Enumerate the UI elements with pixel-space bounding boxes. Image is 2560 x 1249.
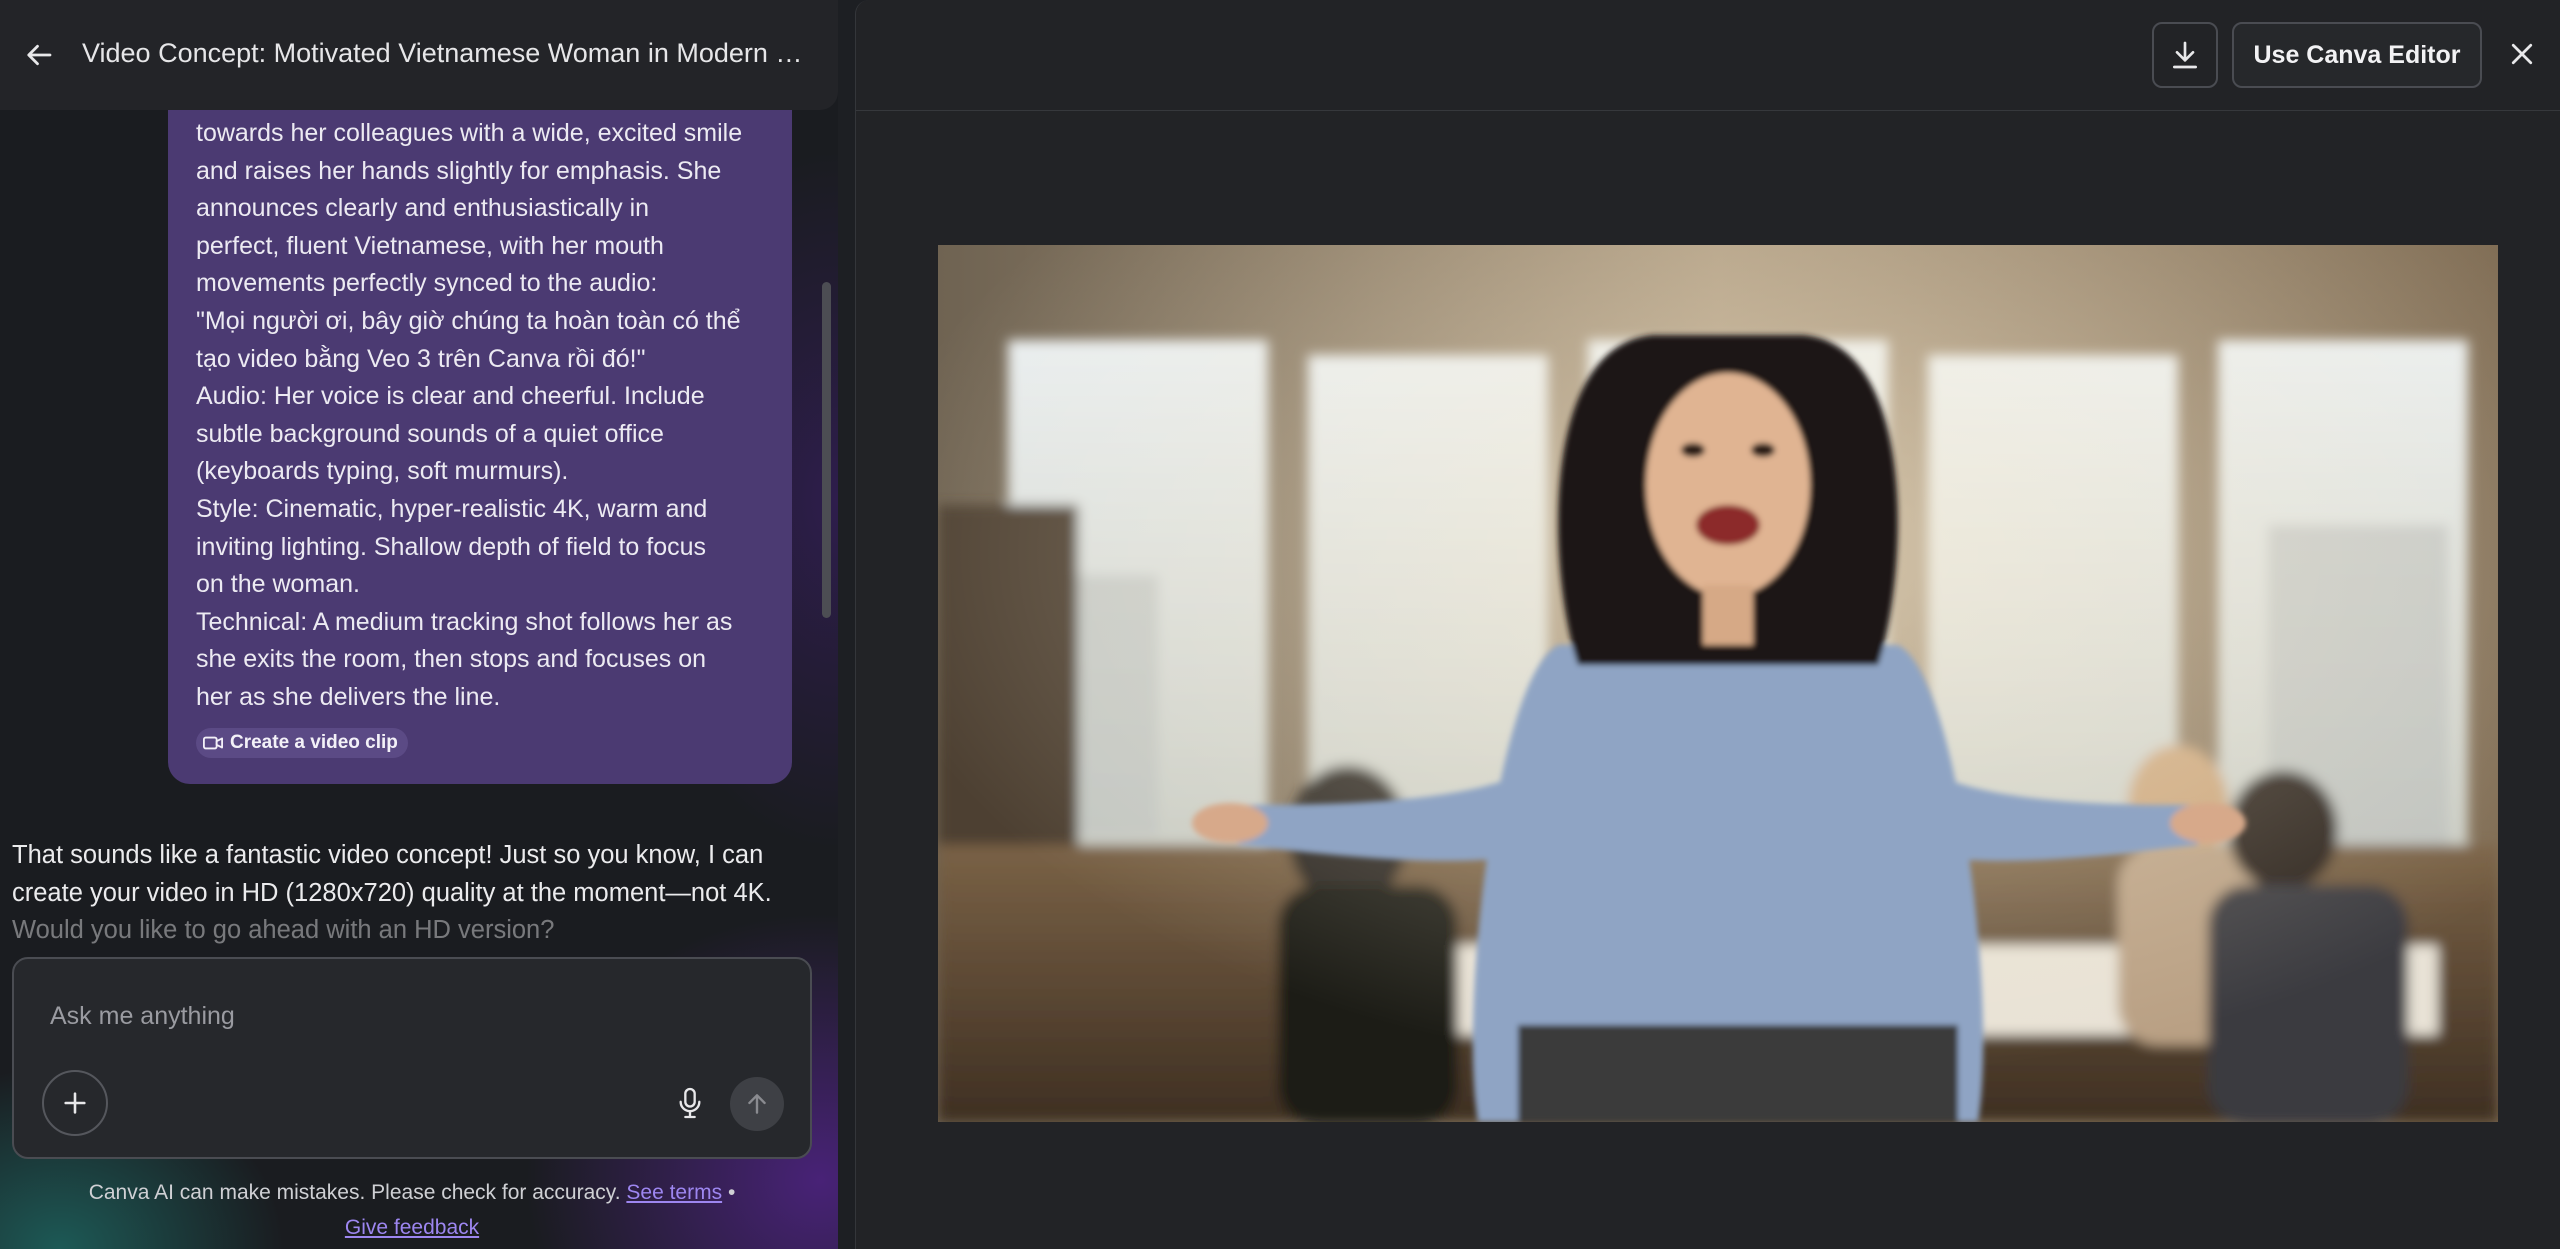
- chip-label: Create a video clip: [230, 732, 398, 753]
- assistant-line: create your video in HD (1280x720) quali…: [12, 878, 772, 907]
- close-icon: [2511, 43, 2533, 65]
- preview-panel: Use Canva Editor: [855, 0, 2560, 1249]
- close-button[interactable]: [2502, 34, 2542, 74]
- preview-toolbar: Use Canva Editor: [856, 0, 2560, 111]
- see-terms-link[interactable]: See terms: [626, 1181, 722, 1204]
- download-button[interactable]: [2152, 22, 2218, 88]
- download-icon: [2173, 41, 2197, 69]
- assistant-line: That sounds like a fantastic video conce…: [12, 841, 764, 869]
- send-button[interactable]: [730, 1077, 784, 1131]
- chat-messages[interactable]: towards her colleagues with a wide, exci…: [0, 110, 838, 945]
- chat-scrollbar[interactable]: [822, 282, 831, 618]
- disclaimer: Canva AI can make mistakes. Please check…: [0, 1175, 824, 1245]
- microphone-icon: [679, 1087, 701, 1119]
- add-attachment-button[interactable]: [42, 1070, 108, 1136]
- disclaimer-text: Canva AI can make mistakes. Please check…: [88, 1181, 621, 1204]
- separator-bullet: •: [727, 1181, 736, 1204]
- message-input[interactable]: [48, 1001, 652, 1032]
- chat-header: Video Concept: Motivated Vietnamese Woma…: [0, 0, 838, 110]
- chat-title: Video Concept: Motivated Vietnamese Woma…: [82, 38, 822, 68]
- give-feedback-link[interactable]: Give feedback: [345, 1216, 479, 1239]
- message-composer: [12, 957, 812, 1159]
- arrow-up-icon: [748, 1094, 766, 1114]
- assistant-message: That sounds like a fantastic video conce…: [12, 837, 812, 945]
- arrow-left-icon: [27, 44, 52, 66]
- create-video-clip-chip[interactable]: Create a video clip: [196, 728, 408, 758]
- back-button[interactable]: [20, 35, 60, 75]
- assistant-line: Would you like to go ahead with an HD ve…: [12, 916, 555, 944]
- plus-icon: [64, 1092, 86, 1114]
- user-message-text: towards her colleagues with a wide, exci…: [196, 119, 743, 711]
- voice-input-button[interactable]: [670, 1083, 710, 1123]
- video-frame-image: [938, 245, 2498, 1122]
- generated-video-preview[interactable]: [938, 245, 2498, 1122]
- use-canva-editor-button[interactable]: Use Canva Editor: [2232, 22, 2482, 88]
- chat-panel: Video Concept: Motivated Vietnamese Woma…: [0, 0, 838, 1249]
- video-camera-icon: [203, 736, 223, 750]
